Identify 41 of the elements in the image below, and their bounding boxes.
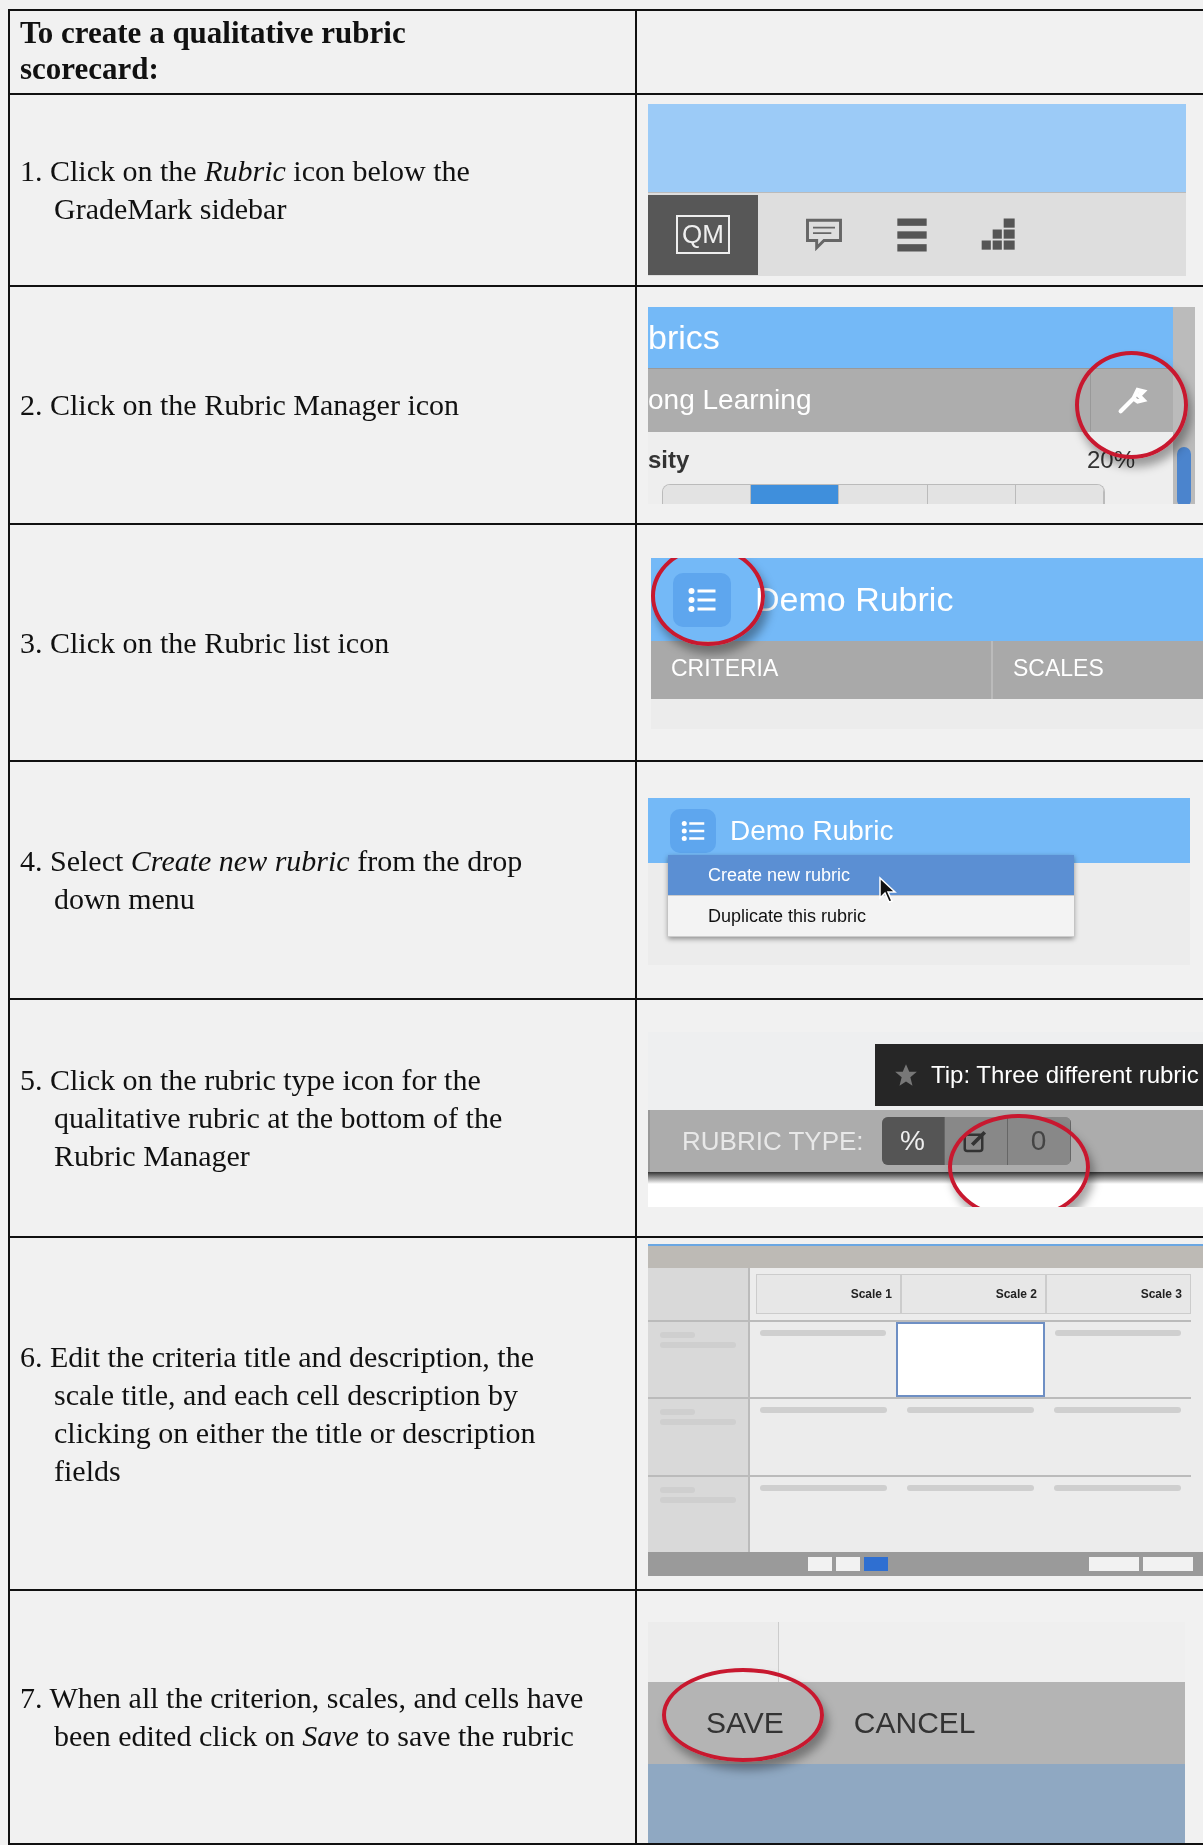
- step-text: 6. Edit the criteria title and description, the scale title, and each cell description by clicking on either the title or description fields: [20, 1338, 537, 1489]
- scale-title-field[interactable]: Scale 1: [756, 1274, 901, 1314]
- scale-segment[interactable]: [839, 484, 928, 504]
- scale-title-field[interactable]: Scale 2: [901, 1274, 1046, 1314]
- heading-text: To create a qualitative rubric scorecard:: [20, 15, 407, 87]
- description-input-field[interactable]: [895, 1322, 1046, 1398]
- toggle-button[interactable]: [864, 1557, 888, 1571]
- star-icon: [893, 1062, 919, 1088]
- rubric-title: Demo Rubric: [730, 814, 894, 847]
- step-text: 2. Click on the Rubric Manager icon: [20, 387, 461, 423]
- save-button[interactable]: SAVE: [706, 1706, 784, 1740]
- cancel-button[interactable]: CANCEL: [853, 1706, 976, 1740]
- step-text: 5. Click on the rubric type icon for the qualitative rubric at the bottom of the Rubric Manager: [20, 1062, 504, 1174]
- toggle-button[interactable]: [836, 1557, 860, 1571]
- rubric-name: ong Learning: [648, 384, 813, 417]
- menu-item[interactable]: Create new rubric: [668, 855, 1074, 896]
- column-header: CRITERIA: [651, 641, 993, 699]
- criterion-name: sity: [648, 445, 690, 474]
- rubric-type-label: RUBRIC TYPE:: [682, 1125, 864, 1157]
- step-text: 7. When all the criterion, scales, and cells have been edited click on Save to save the rubric: [20, 1680, 585, 1754]
- rubric-button[interactable]: QM: [648, 194, 758, 275]
- panel-title: brics: [648, 318, 720, 357]
- scale-title-field[interactable]: Scale 3: [1046, 1274, 1191, 1314]
- step-text: 3. Click on the Rubric list icon: [20, 624, 391, 661]
- scale-segment[interactable]: [751, 484, 840, 504]
- toggle-button[interactable]: [808, 1557, 832, 1571]
- rubric-list-button[interactable]: [673, 572, 731, 627]
- action-button[interactable]: [1089, 1557, 1139, 1571]
- rubric-list-button[interactable]: [670, 808, 716, 853]
- scale-selector[interactable]: [662, 483, 1105, 504]
- tooltip-text: Tip: Three different rubric: [931, 1061, 1199, 1089]
- step-text: 4. Select Create new rubric from the drop down menu: [20, 843, 524, 917]
- column-header: SCALES: [1012, 654, 1105, 683]
- scale-segment[interactable]: [927, 484, 1016, 504]
- scrollbar[interactable]: [1173, 307, 1195, 504]
- cursor-icon: [878, 876, 898, 904]
- step-text: 1. Click on the Rubric icon below the GradeMark sidebar: [20, 153, 471, 227]
- action-button[interactable]: [1143, 1557, 1193, 1571]
- rubric-type-button[interactable]: %: [881, 1117, 945, 1165]
- scale-segment[interactable]: [663, 484, 752, 504]
- scale-segment[interactable]: [1015, 484, 1104, 504]
